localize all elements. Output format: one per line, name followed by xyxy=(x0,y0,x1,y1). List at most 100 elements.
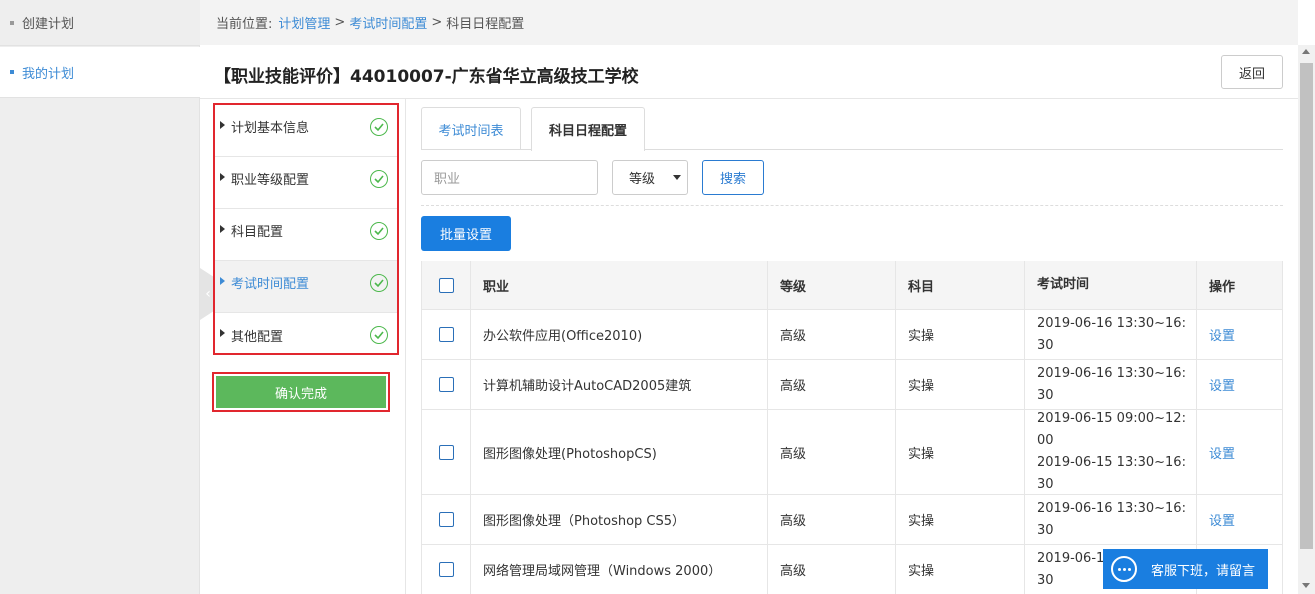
scrollbar-thumb[interactable] xyxy=(1300,63,1313,549)
schedule-table: 职业 等级 科目 考试时间 操作 办公软件应用(Office2010) 高级 实… xyxy=(421,261,1283,594)
step-label: 科目配置 xyxy=(231,225,284,240)
bullet-icon xyxy=(10,20,14,25)
table-row: 计算机辅助设计AutoCAD2005建筑 高级 实操 2019-06-16 13… xyxy=(421,360,1283,410)
header-checkbox-cell xyxy=(421,261,470,309)
back-button[interactable]: 返回 xyxy=(1221,55,1283,89)
step-label: 其他配置 xyxy=(231,329,284,345)
tab-exam-timetable[interactable]: 考试时间表 xyxy=(421,107,521,150)
row-checkbox[interactable] xyxy=(438,377,454,392)
page-scrollbar[interactable] xyxy=(1298,45,1315,594)
occupation-cell: 办公软件应用(Office2010) xyxy=(470,310,767,359)
exam-time-cell: 2019-06-16 13:30~16: 30 xyxy=(1024,310,1196,359)
tab-subject-schedule-config[interactable]: 科目日程配置 xyxy=(531,107,645,151)
exam-time-line: 2019-06-15 09:00~12: xyxy=(1037,411,1186,426)
breadcrumb-current: 科目日程配置 xyxy=(446,17,525,32)
table-row: 图形图像处理（Photoshop CS5） 高级 实操 2019-06-16 1… xyxy=(421,495,1283,545)
exam-time-line: 2019-06-16 13:30~16: xyxy=(1037,365,1186,381)
header-exam-time: 考试时间 xyxy=(1024,261,1196,309)
occupation-cell: 计算机辅助设计AutoCAD2005建筑 xyxy=(470,360,767,409)
level-select-value: 等级 xyxy=(629,172,656,187)
occupation-cell: 图形图像处理(PhotoshopCS) xyxy=(470,410,767,494)
header-level: 等级 xyxy=(767,261,895,309)
level-cell: 高级 xyxy=(767,310,895,359)
step-subject-config[interactable]: 科目配置 xyxy=(215,209,397,261)
steps-list: 计划基本信息 职业等级配置 科目配置 考试时间配置 其他配置 xyxy=(213,103,399,355)
occupation-cell: 图形图像处理（Photoshop CS5） xyxy=(470,495,767,544)
row-checkbox[interactable] xyxy=(438,327,454,342)
header-action: 操作 xyxy=(1196,261,1283,309)
level-cell: 高级 xyxy=(767,495,895,544)
action-cell: 设置 xyxy=(1196,310,1283,359)
table-header: 职业 等级 科目 考试时间 操作 xyxy=(421,261,1283,310)
set-link[interactable]: 设置 xyxy=(1209,443,1235,462)
header-subject: 科目 xyxy=(895,261,1024,309)
breadcrumb-separator: > xyxy=(431,15,443,30)
tab-bar: 考试时间表 科目日程配置 xyxy=(421,107,1283,151)
set-link[interactable]: 设置 xyxy=(1209,325,1235,344)
breadcrumb-link-exam-time-config[interactable]: 考试时间配置 xyxy=(349,13,427,32)
level-select[interactable]: 等级 xyxy=(612,160,688,195)
exam-time-cell: 2019-06-16 13:30~16: 30 xyxy=(1024,495,1196,544)
step-label: 计划基本信息 xyxy=(231,121,310,136)
occupation-cell: 网络管理局域网管理（Windows 2000） xyxy=(470,545,767,594)
check-circle-icon xyxy=(370,118,388,136)
check-circle-icon xyxy=(370,326,388,344)
sidebar-item-create-plan[interactable]: 创建计划 xyxy=(0,0,200,46)
step-other-config[interactable]: 其他配置 xyxy=(215,313,397,365)
confirm-complete-button[interactable]: 确认完成 xyxy=(216,376,386,408)
check-circle-icon xyxy=(370,170,388,188)
breadcrumb-link-plan-management[interactable]: 计划管理 xyxy=(278,13,330,32)
level-cell: 高级 xyxy=(767,545,895,594)
bullet-icon xyxy=(10,70,14,74)
exam-time-line: 30 xyxy=(1037,387,1054,403)
chat-bubble-icon xyxy=(1111,556,1137,582)
header-occupation: 职业 xyxy=(470,261,767,309)
exam-time-cell: 2019-06-16 13:30~16: 30 xyxy=(1024,360,1196,409)
check-circle-icon xyxy=(370,222,388,240)
exam-time-line: 2019-06-16 13:30~16: xyxy=(1037,500,1186,516)
exam-time-line: 30 xyxy=(1037,572,1054,588)
chat-label: 客服下班，请留言 xyxy=(1151,563,1256,579)
search-button[interactable]: 搜索 xyxy=(702,160,764,195)
row-checkbox[interactable] xyxy=(438,562,454,577)
arrow-up-icon[interactable] xyxy=(1302,49,1310,54)
select-all-checkbox[interactable] xyxy=(438,277,454,293)
exam-time-line: 2019-06-16 13:30~16: xyxy=(1037,315,1186,331)
page-title: 【职业技能评价】44010007-广东省华立高级技工学校 xyxy=(214,67,639,87)
breadcrumb: 当前位置: 计划管理 > 考试时间配置 > 科目日程配置 xyxy=(200,0,1298,45)
confirm-highlight: 确认完成 xyxy=(212,372,390,412)
step-exam-time-config[interactable]: 考试时间配置 xyxy=(215,261,397,313)
arrow-down-icon[interactable] xyxy=(1302,583,1310,588)
set-link[interactable]: 设置 xyxy=(1209,510,1235,529)
set-link[interactable]: 设置 xyxy=(1209,375,1235,394)
exam-time-line: 2019-06-15 13:30~16: xyxy=(1037,455,1186,470)
table-row: 图形图像处理(PhotoshopCS) 高级 实操 2019-06-15 09:… xyxy=(421,410,1283,495)
sidebar-item-label: 创建计划 xyxy=(22,17,75,32)
sidebar: 创建计划 我的计划 xyxy=(0,0,200,594)
exam-time-line: 2019-06-1 xyxy=(1037,550,1105,566)
exam-time-line: 30 xyxy=(1037,337,1054,353)
sidebar-item-my-plans[interactable]: 我的计划 xyxy=(0,47,200,98)
check-circle-icon xyxy=(370,274,388,292)
row-checkbox-cell xyxy=(421,310,470,359)
title-bar: 【职业技能评价】44010007-广东省华立高级技工学校 返回 xyxy=(200,45,1298,99)
level-cell: 高级 xyxy=(767,360,895,409)
batch-set-button[interactable]: 批量设置 xyxy=(421,216,511,251)
customer-service-widget[interactable]: 客服下班，请留言 xyxy=(1103,549,1268,589)
breadcrumb-prefix: 当前位置: xyxy=(216,17,273,32)
occupation-input[interactable]: 职业 xyxy=(421,160,598,195)
caret-right-icon xyxy=(220,276,225,285)
step-level-config[interactable]: 职业等级配置 xyxy=(215,157,397,209)
caret-right-icon xyxy=(220,224,225,233)
step-basic-info[interactable]: 计划基本信息 xyxy=(215,105,397,157)
divider xyxy=(421,205,1283,206)
row-checkbox[interactable] xyxy=(438,444,454,460)
step-label: 职业等级配置 xyxy=(231,173,310,188)
subject-cell: 实操 xyxy=(895,410,1024,494)
table-row: 办公软件应用(Office2010) 高级 实操 2019-06-16 13:3… xyxy=(421,310,1283,360)
caret-right-icon xyxy=(220,329,225,337)
action-cell: 设置 xyxy=(1196,410,1283,494)
action-cell: 设置 xyxy=(1196,360,1283,409)
row-checkbox[interactable] xyxy=(438,512,454,527)
action-cell: 设置 xyxy=(1196,495,1283,544)
